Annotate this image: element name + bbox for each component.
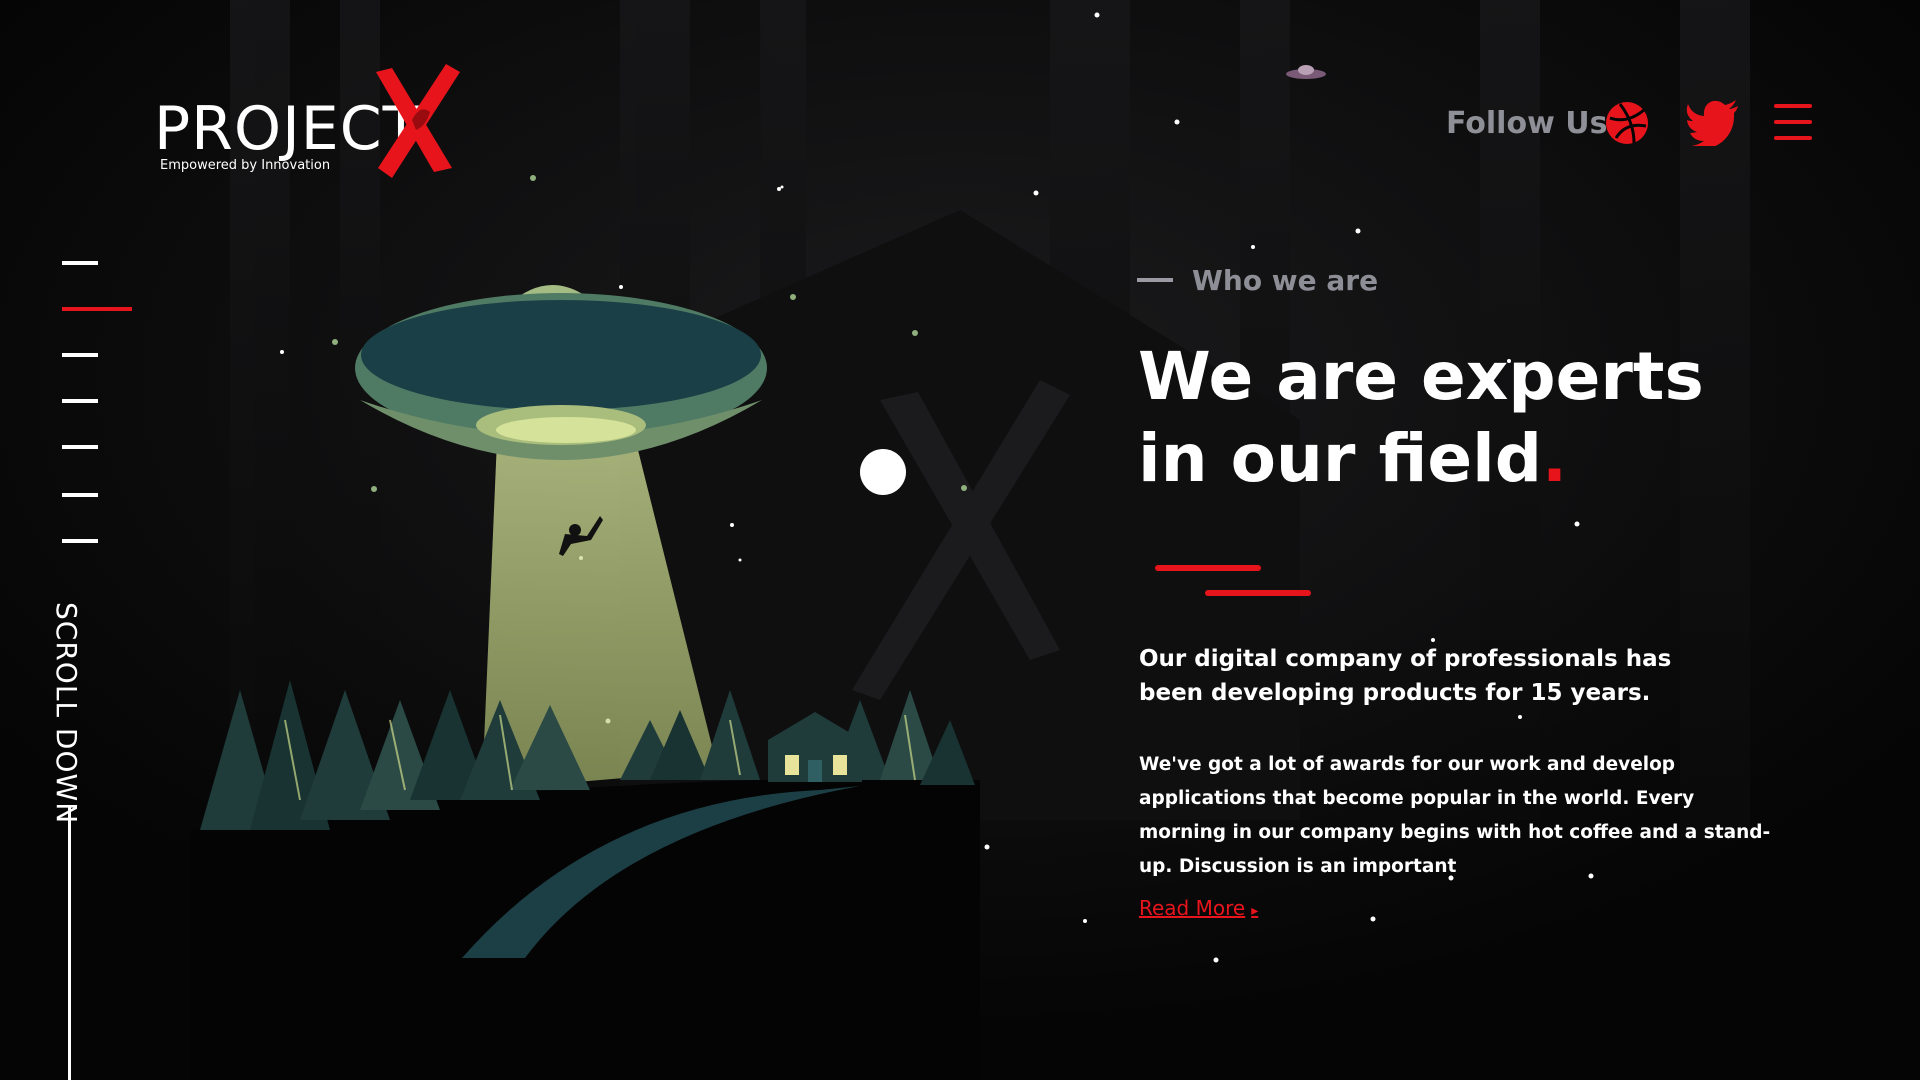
logo[interactable]: PROJECT Empowered by Innovation <box>154 58 464 188</box>
hamburger-menu-button[interactable] <box>1774 104 1816 144</box>
headline-line-2: in our field <box>1138 420 1542 497</box>
section-nav-dash-6[interactable] <box>62 493 98 497</box>
hamburger-menu-icon <box>1774 104 1812 108</box>
section-nav-dash-7[interactable] <box>62 539 98 543</box>
menu-bar <box>1774 136 1812 140</box>
accent-bar-2 <box>1205 590 1311 596</box>
twitter-icon <box>1686 100 1738 150</box>
twitter-link[interactable] <box>1686 100 1740 150</box>
section-lead-text: Our digital company of professionals has… <box>1139 646 1672 706</box>
headline-line-1: We are experts <box>1138 338 1704 415</box>
moon <box>860 449 906 495</box>
section-nav-dash-1[interactable] <box>62 261 98 265</box>
dribbble-link[interactable] <box>1604 100 1650 146</box>
section-eyebrow: Who we are <box>1192 264 1379 297</box>
follow-us-label: Follow Us <box>1446 106 1608 141</box>
scroll-indicator-line <box>68 806 71 1080</box>
scroll-down-label[interactable]: SCROLL DOWN <box>50 602 83 824</box>
section-nav-dash-4[interactable] <box>62 399 98 403</box>
dribbble-icon <box>1606 102 1648 144</box>
logo-tagline: Empowered by Innovation <box>160 158 331 173</box>
eyebrow-divider <box>1137 278 1173 282</box>
accent-bar-1 <box>1155 565 1261 571</box>
read-more-link[interactable]: Read More ▸ <box>1139 896 1258 920</box>
section-nav-dash-3[interactable] <box>62 353 98 357</box>
headline-accent-dot: . <box>1542 420 1568 497</box>
section-nav-dash-5[interactable] <box>62 445 98 449</box>
logo-x-icon <box>376 64 460 178</box>
read-more-label: Read More <box>1139 896 1246 920</box>
section-body-text: We've got a lot of awards for our work a… <box>1139 754 1771 877</box>
caret-right-icon: ▸ <box>1251 903 1259 919</box>
section-headline: We are experts in our field. <box>1138 336 1704 500</box>
menu-bar <box>1774 120 1812 124</box>
section-nav-dash-2-active[interactable] <box>62 307 132 311</box>
